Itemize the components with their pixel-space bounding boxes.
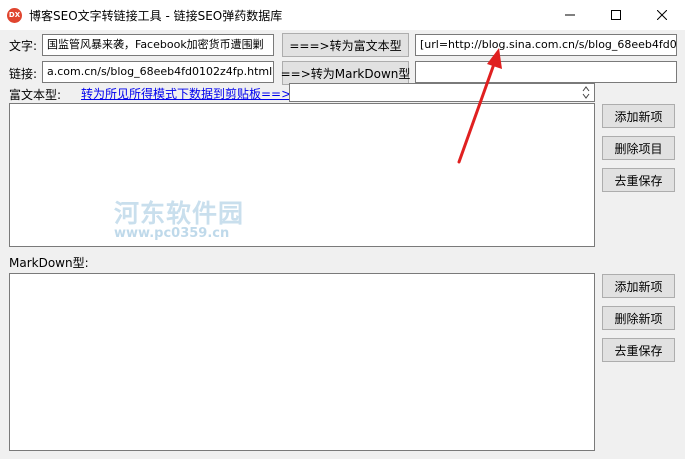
- annotation-arrow-icon: [457, 48, 502, 164]
